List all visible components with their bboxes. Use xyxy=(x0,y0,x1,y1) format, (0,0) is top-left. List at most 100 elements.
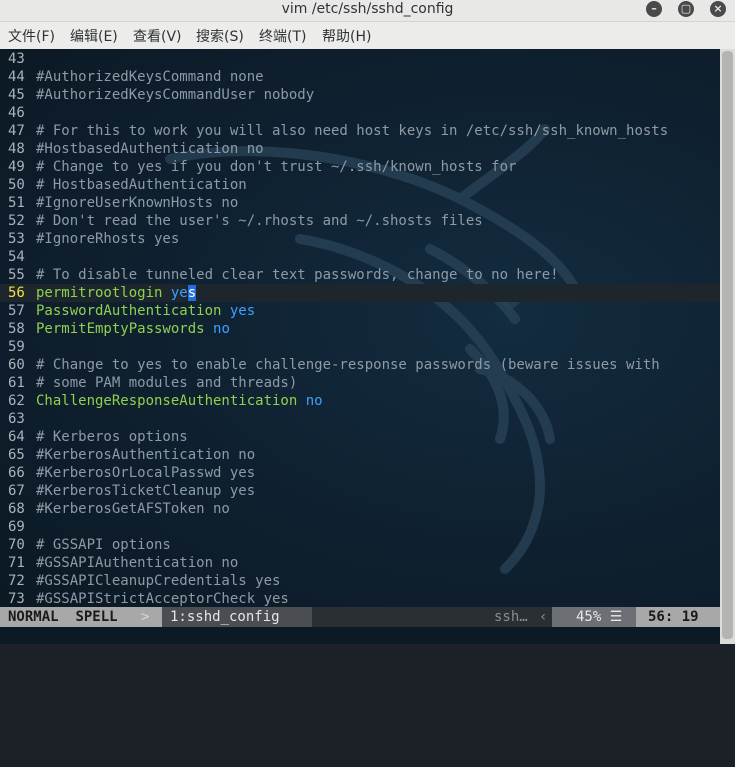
editor-line[interactable]: 71 #GSSAPIAuthentication no xyxy=(0,554,720,572)
line-number: 69 xyxy=(8,519,25,535)
line-text: #AuthorizedKeysCommandUser nobody xyxy=(36,87,315,103)
editor-line[interactable]: 73 #GSSAPIStrictAcceptorCheck yes xyxy=(0,590,720,608)
menu-edit[interactable]: 编辑(E) xyxy=(70,22,118,49)
menu-bar: 文件(F) 编辑(E) 查看(V) 搜索(S) 终端(T) 帮助(H) xyxy=(0,22,735,50)
buffer-filename: 1:sshd_config xyxy=(162,607,312,627)
editor-line[interactable]: 60 # Change to yes to enable challenge-re… xyxy=(0,356,720,374)
editor-line[interactable]: 62 ChallengeResponseAuthentication no xyxy=(0,392,720,410)
editor-line[interactable]: 61 # some PAM modules and threads) xyxy=(0,374,720,392)
editor-line[interactable]: 65 #KerberosAuthentication no xyxy=(0,446,720,464)
line-number: 46 xyxy=(8,105,25,121)
editor-line[interactable]: 59 xyxy=(0,338,720,356)
editor-line[interactable]: 64 # Kerberos options xyxy=(0,428,720,446)
line-number: 62 xyxy=(8,393,25,409)
editor-line[interactable]: 49 # Change to yes if you don't trust ~/.… xyxy=(0,158,720,176)
line-number: 67 xyxy=(8,483,25,499)
line-number: 48 xyxy=(8,141,25,157)
config-value: yes xyxy=(229,303,256,319)
menu-lines-icon: ☰ xyxy=(609,609,623,625)
line-number: 43 xyxy=(8,51,25,67)
scrollbar[interactable] xyxy=(720,49,735,644)
line-number: 57 xyxy=(8,303,25,319)
editor-line[interactable]: 44 #AuthorizedKeysCommand none xyxy=(0,68,720,86)
line-number: 51 xyxy=(8,195,25,211)
editor-line[interactable]: 57 PasswordAuthentication yes xyxy=(0,302,720,320)
statusline-separator: > xyxy=(141,609,150,625)
editor-line[interactable]: 53 #IgnoreRhosts yes xyxy=(0,230,720,248)
line-text: #HostbasedAuthentication no xyxy=(36,141,264,157)
line-number: 50 xyxy=(8,177,25,193)
line-text: # Change to yes if you don't trust ~/.ss… xyxy=(36,159,517,175)
editor-line[interactable]: 70 # GSSAPI options xyxy=(0,536,720,554)
editor-line[interactable]: 68 #KerberosGetAFSToken no xyxy=(0,500,720,518)
spell-label: SPELL xyxy=(75,609,118,625)
line-text: #GSSAPICleanupCredentials yes xyxy=(36,573,281,589)
scrollbar-thumb[interactable] xyxy=(722,51,733,639)
editor-line[interactable]: 45 #AuthorizedKeysCommandUser nobody xyxy=(0,86,720,104)
maximize-icon[interactable]: ▢ xyxy=(678,1,694,17)
current-line[interactable]: 56 permitrootlogin yes xyxy=(0,284,720,302)
line-number: 70 xyxy=(8,537,25,553)
editor-line[interactable]: 66 #KerberosOrLocalPasswd yes xyxy=(0,464,720,482)
line-text: # HostbasedAuthentication xyxy=(36,177,247,193)
editor-buffer[interactable]: 43 44 #AuthorizedKeysCommand none 45 #Author… xyxy=(0,50,720,608)
editor-line[interactable]: 52 # Don't read the user's ~/.rhosts and … xyxy=(0,212,720,230)
window-title: vim /etc/ssh/sshd_config xyxy=(281,1,454,17)
menu-search[interactable]: 搜索(S) xyxy=(196,22,244,49)
editor-line[interactable]: 67 #KerberosTicketCleanup yes xyxy=(0,482,720,500)
line-text: #KerberosAuthentication no xyxy=(36,447,256,463)
editor-line[interactable]: 50 # HostbasedAuthentication xyxy=(0,176,720,194)
editor-line[interactable]: 47 # For this to work you will also need … xyxy=(0,122,720,140)
editor-line[interactable]: 63 xyxy=(0,410,720,428)
line-number: 66 xyxy=(8,465,25,481)
line-text: #IgnoreUserKnownHosts no xyxy=(36,195,239,211)
menu-help[interactable]: 帮助(H) xyxy=(322,22,371,49)
mode-indicator: NORMAL SPELL xyxy=(0,607,162,627)
config-value: no xyxy=(305,393,323,409)
config-value: ye xyxy=(170,285,188,301)
editor-line[interactable]: 46 xyxy=(0,104,720,122)
editor-line[interactable]: 43 xyxy=(0,50,720,68)
line-text: #GSSAPIAuthentication no xyxy=(36,555,239,571)
editor-line[interactable]: 58 PermitEmptyPasswords no xyxy=(0,320,720,338)
editor-line[interactable]: 51 #IgnoreUserKnownHosts no xyxy=(0,194,720,212)
editor-line[interactable]: 48 #HostbasedAuthentication no xyxy=(0,140,720,158)
line-number: 55 xyxy=(8,267,25,283)
line-text: # Kerberos options xyxy=(36,429,188,445)
line-number: 73 xyxy=(8,591,25,607)
menu-terminal[interactable]: 终端(T) xyxy=(259,22,306,49)
line-number: 58 xyxy=(8,321,25,337)
minimize-icon[interactable]: – xyxy=(646,1,662,17)
terminal-area[interactable]: 43 44 #AuthorizedKeysCommand none 45 #Author… xyxy=(0,49,720,644)
menu-view[interactable]: 查看(V) xyxy=(133,22,182,49)
window-titlebar[interactable]: vim /etc/ssh/sshd_config – ▢ × xyxy=(0,0,735,22)
line-number: 71 xyxy=(8,555,25,571)
close-icon[interactable]: × xyxy=(710,1,726,17)
text-cursor: s xyxy=(187,285,197,301)
editor-line[interactable]: 72 #GSSAPICleanupCredentials yes xyxy=(0,572,720,590)
vim-command-line[interactable] xyxy=(0,627,720,644)
menu-file[interactable]: 文件(F) xyxy=(8,22,55,49)
editor-line[interactable]: 54 xyxy=(0,248,720,266)
line-text: #GSSAPIStrictAcceptorCheck yes xyxy=(36,591,289,607)
line-number: 54 xyxy=(8,249,25,265)
line-text: # some PAM modules and threads) xyxy=(36,375,298,391)
filetype-label: ssh… xyxy=(494,609,528,625)
line-text: # For this to work you will also need ho… xyxy=(36,123,669,139)
line-text: # GSSAPI options xyxy=(36,537,171,553)
line-text: #IgnoreRhosts yes xyxy=(36,231,180,247)
line-text: #KerberosGetAFSToken no xyxy=(36,501,230,517)
line-number: 49 xyxy=(8,159,25,175)
line-text xyxy=(162,285,170,301)
editor-line[interactable]: 55 # To disable tunneled clear text passw… xyxy=(0,266,720,284)
line-text: # To disable tunneled clear text passwor… xyxy=(36,267,559,283)
editor-line[interactable]: 69 xyxy=(0,518,720,536)
line-number: 63 xyxy=(8,411,25,427)
scroll-percent: 45% ☰ xyxy=(552,607,636,627)
line-number: 64 xyxy=(8,429,25,445)
config-keyword: ChallengeResponseAuthentication xyxy=(36,393,298,409)
line-text: # Don't read the user's ~/.rhosts and ~/… xyxy=(36,213,483,229)
line-text: #KerberosTicketCleanup yes xyxy=(36,483,256,499)
line-number: 60 xyxy=(8,357,25,373)
line-number: 59 xyxy=(8,339,25,355)
